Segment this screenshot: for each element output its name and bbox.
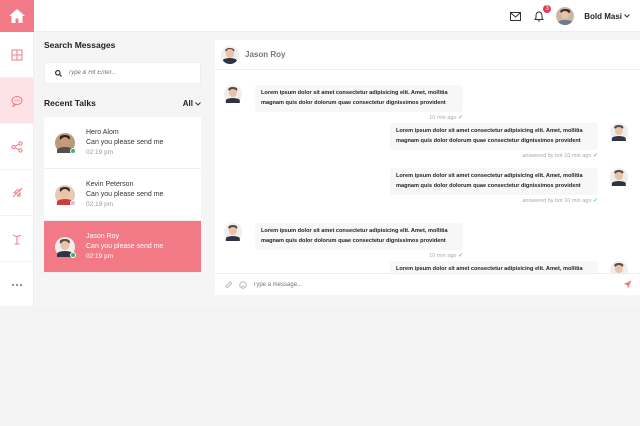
contact-name: Hero Alom — [86, 129, 119, 136]
contact-list: Hero Alom Can you please send me 02:19 p… — [44, 117, 201, 273]
filter-label: All — [182, 98, 193, 108]
avatar — [610, 123, 628, 141]
contact-item[interactable]: Hero Alom Can you please send me 02:19 p… — [44, 117, 201, 169]
chat-header: Jason Roy — [215, 40, 640, 70]
share-icon — [11, 140, 23, 153]
notification-badge: 3 — [543, 5, 552, 13]
avatar — [221, 45, 239, 64]
message-meta: answered by bot 10 min ago ✓ — [390, 197, 598, 204]
avatar — [55, 184, 76, 206]
chevron-down-icon[interactable] — [624, 14, 630, 18]
contact-time: 02:19 pm — [86, 201, 114, 208]
avatar — [55, 132, 76, 154]
check-icon: ✓ — [457, 115, 463, 121]
rocket-icon — [12, 187, 23, 197]
avatar — [610, 168, 628, 186]
home-icon — [9, 9, 25, 23]
avatar — [610, 261, 628, 273]
sidebar-item-more[interactable] — [0, 262, 34, 308]
message-outgoing: Lorem ipsum dolor sit amet consectetur a… — [390, 261, 598, 273]
home-button[interactable] — [0, 0, 34, 32]
message-outgoing: Lorem ipsum dolor sit amet consectetur a… — [390, 123, 598, 159]
check-icon: ✓ — [592, 198, 598, 204]
search-input[interactable] — [68, 70, 188, 76]
chat-title: Jason Roy — [245, 50, 286, 59]
check-icon: ✓ — [457, 253, 463, 259]
search-box[interactable] — [44, 62, 201, 84]
contact-name: Kevin Peterson — [86, 181, 134, 188]
message-composer — [215, 273, 640, 295]
chat-icon — [11, 95, 23, 107]
notifications-button[interactable]: 3 — [532, 5, 552, 23]
message-time: 10 min ago — [429, 115, 457, 121]
message-time: 10 min ago — [429, 253, 457, 259]
app: 3 Bold Masi Search Messages Recent Talks… — [0, 0, 640, 308]
sidebar-rail — [0, 0, 34, 308]
sidebar-item-chat[interactable] — [0, 78, 34, 124]
chevron-down-icon — [195, 101, 201, 106]
contact-name: Jason Roy — [86, 233, 120, 240]
check-icon: ✓ — [592, 153, 598, 159]
message-list: Lorem ipsum dolor sit amet consectetur a… — [215, 71, 640, 273]
top-bar: 3 Bold Masi — [34, 0, 640, 32]
search-icon — [55, 69, 62, 77]
contact-message: Can you please send me — [86, 139, 164, 146]
message-text: Lorem ipsum dolor sit amet consectetur a… — [390, 168, 598, 195]
message-meta: 10 min ago ✓ — [255, 114, 463, 121]
message-meta: answered by bot 10 min ago ✓ — [390, 152, 598, 159]
avatar — [224, 85, 242, 103]
message-time: answered by bot 10 min ago — [522, 153, 592, 159]
antenna-icon — [12, 234, 22, 244]
sidebar-item-dashboard[interactable] — [0, 32, 34, 78]
sidebar-item-share[interactable] — [0, 124, 34, 170]
avatar — [224, 223, 242, 241]
more-icon — [11, 283, 23, 286]
status-dot — [70, 251, 76, 258]
message-incoming: Lorem ipsum dolor sit amet consectetur a… — [255, 85, 463, 121]
message-time: answered by bot 10 min ago — [522, 198, 592, 204]
avatar — [55, 236, 76, 258]
message-input[interactable] — [253, 281, 613, 288]
attachment-icon[interactable] — [225, 281, 233, 289]
search-title: Search Messages — [44, 40, 116, 50]
user-name[interactable]: Bold Masi — [584, 12, 622, 21]
left-panel: Search Messages Recent Talks All Hero Al… — [44, 40, 201, 273]
status-dot — [70, 199, 76, 206]
send-icon[interactable] — [623, 280, 632, 289]
avatar[interactable] — [556, 7, 575, 25]
filter-dropdown[interactable]: All — [183, 99, 201, 108]
message-text: Lorem ipsum dolor sit amet consectetur a… — [390, 123, 598, 150]
emoji-icon[interactable] — [239, 280, 247, 289]
contact-time: 02:19 pm — [86, 149, 114, 156]
message-text: Lorem ipsum dolor sit amet consectetur a… — [255, 223, 463, 250]
sidebar-item-broadcast[interactable] — [0, 216, 34, 262]
grid-icon — [11, 49, 23, 60]
bell-icon — [534, 10, 545, 22]
message-meta: 10 min ago ✓ — [255, 252, 463, 259]
chat-panel: Jason Roy Lorem ipsum dolor sit amet con… — [215, 40, 640, 295]
message-text: Lorem ipsum dolor sit amet consectetur a… — [255, 85, 463, 112]
mail-icon — [509, 11, 521, 21]
message-outgoing: Lorem ipsum dolor sit amet consectetur a… — [390, 168, 598, 204]
message-text: Lorem ipsum dolor sit amet consectetur a… — [390, 261, 598, 273]
status-dot — [70, 147, 76, 154]
recent-talks-title: Recent Talks — [44, 98, 96, 108]
sidebar-item-launch[interactable] — [0, 170, 34, 216]
mail-button[interactable] — [508, 9, 522, 23]
contact-time: 02:19 pm — [86, 253, 114, 260]
contact-message: Can you please send me — [86, 243, 164, 250]
contact-message: Can you please send me — [86, 191, 164, 198]
message-incoming: Lorem ipsum dolor sit amet consectetur a… — [255, 223, 463, 259]
contact-item[interactable]: Kevin Peterson Can you please send me 02… — [44, 169, 201, 221]
contact-item-active[interactable]: Jason Roy Can you please send me 02:19 p… — [44, 221, 201, 273]
